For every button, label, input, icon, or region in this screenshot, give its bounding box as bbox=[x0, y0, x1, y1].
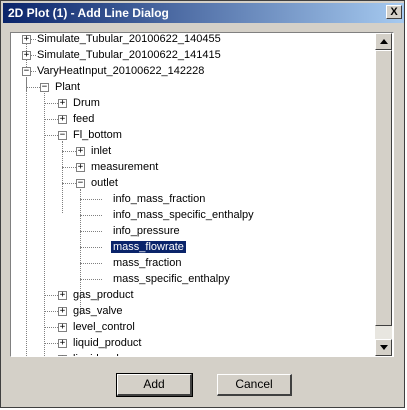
variable-tree[interactable]: Simulate_Tubular_20100622_140455 + Simul… bbox=[10, 32, 394, 357]
scroll-thumb[interactable] bbox=[375, 50, 392, 326]
tree-item[interactable]: liquid_valve bbox=[71, 351, 132, 356]
tree-leaf-item[interactable]: mass_fraction bbox=[111, 255, 183, 271]
tree-item-label: Fl_bottom bbox=[73, 129, 122, 141]
scroll-up-button[interactable] bbox=[375, 33, 392, 50]
expand-icon[interactable]: + bbox=[58, 355, 67, 356]
dialog-title: 2D Plot (1) - Add Line Dialog bbox=[8, 6, 169, 20]
tree-item-label: inlet bbox=[91, 145, 112, 157]
tree-line bbox=[26, 71, 27, 356]
tree-item-label: mass_specific_enthalpy bbox=[113, 273, 230, 285]
down-arrow-icon bbox=[380, 345, 388, 350]
tree-item-label: VaryHeatInput_20100622_142228 bbox=[37, 65, 205, 77]
tree-line bbox=[80, 215, 102, 216]
tree-item[interactable]: feed bbox=[71, 111, 96, 127]
tree-item-label: info_pressure bbox=[113, 225, 180, 237]
tree-item-label: gas_product bbox=[73, 289, 134, 301]
tree-item-label: gas_valve bbox=[73, 305, 123, 317]
tree-leaf-item-selected[interactable]: mass_flowrate bbox=[110, 239, 187, 255]
tree-item-label: Plant bbox=[55, 81, 81, 93]
expand-icon[interactable]: + bbox=[22, 35, 31, 44]
expand-icon[interactable]: + bbox=[22, 51, 31, 60]
tree-item[interactable]: Fl_bottom bbox=[71, 127, 124, 143]
tree-leaf-item[interactable]: info_mass_specific_enthalpy bbox=[111, 207, 256, 223]
title-bar[interactable]: 2D Plot (1) - Add Line Dialog X bbox=[3, 3, 404, 23]
add-line-dialog: 2D Plot (1) - Add Line Dialog X Simulate… bbox=[0, 0, 405, 408]
tree-line bbox=[80, 247, 102, 248]
close-icon: X bbox=[390, 6, 398, 18]
expand-icon[interactable]: + bbox=[76, 163, 85, 172]
tree-item-label: outlet bbox=[91, 177, 118, 189]
tree-item-label: info_mass_fraction bbox=[113, 193, 206, 205]
tree-item-label: Simulate_Tubular_20100622_141415 bbox=[37, 49, 221, 61]
collapse-icon[interactable]: − bbox=[22, 67, 31, 76]
tree-viewport: Simulate_Tubular_20100622_140455 + Simul… bbox=[11, 33, 375, 356]
close-button[interactable]: X bbox=[386, 5, 402, 19]
collapse-icon[interactable]: − bbox=[58, 131, 67, 140]
collapse-icon[interactable]: − bbox=[76, 179, 85, 188]
expand-icon[interactable]: + bbox=[58, 291, 67, 300]
tree-leaf-item[interactable]: info_mass_fraction bbox=[111, 191, 207, 207]
add-button[interactable]: Add bbox=[116, 373, 193, 397]
expand-icon[interactable]: + bbox=[58, 307, 67, 316]
tree-item-label: liquid_valve bbox=[71, 353, 132, 356]
scroll-down-button[interactable] bbox=[375, 339, 392, 356]
expand-icon[interactable]: + bbox=[58, 323, 67, 332]
tree-line bbox=[44, 93, 45, 356]
tree-item[interactable]: gas_valve bbox=[71, 303, 125, 319]
tree-line bbox=[80, 279, 102, 280]
tree-line bbox=[80, 199, 102, 200]
tree-item[interactable]: liquid_product bbox=[71, 335, 144, 351]
tree-item-label: level_control bbox=[73, 321, 135, 333]
tree-item[interactable]: level_control bbox=[71, 319, 137, 335]
tree-item[interactable]: gas_product bbox=[71, 287, 136, 303]
tree-item[interactable]: Drum bbox=[71, 95, 102, 111]
cancel-button[interactable]: Cancel bbox=[217, 374, 292, 396]
tree-item-label: info_mass_specific_enthalpy bbox=[113, 209, 254, 221]
tree-item-label: Drum bbox=[73, 97, 100, 109]
tree-item[interactable]: Plant bbox=[53, 79, 82, 95]
tree-item[interactable]: Simulate_Tubular_20100622_141415 bbox=[35, 47, 223, 63]
tree-item[interactable]: outlet bbox=[89, 175, 120, 191]
tree-line bbox=[80, 263, 102, 264]
expand-icon[interactable]: + bbox=[58, 339, 67, 348]
tree-item[interactable]: measurement bbox=[89, 159, 160, 175]
tree-line bbox=[80, 231, 102, 232]
up-arrow-icon bbox=[380, 39, 388, 44]
tree-line bbox=[26, 77, 27, 91]
tree-item-label: feed bbox=[73, 113, 95, 125]
tree-item-label: liquid_product bbox=[73, 337, 142, 349]
collapse-icon[interactable]: − bbox=[40, 83, 49, 92]
tree-item[interactable]: VaryHeatInput_20100622_142228 bbox=[35, 63, 206, 79]
expand-icon[interactable]: + bbox=[58, 115, 67, 124]
tree-item[interactable]: Simulate_Tubular_20100622_140455 bbox=[35, 33, 223, 47]
tree-item-label: measurement bbox=[91, 161, 159, 173]
expand-icon[interactable]: + bbox=[76, 147, 85, 156]
expand-icon[interactable]: + bbox=[58, 99, 67, 108]
tree-item[interactable]: inlet bbox=[89, 143, 113, 159]
vertical-scrollbar[interactable] bbox=[375, 33, 392, 356]
tree-item-label: mass_flowrate bbox=[110, 240, 187, 254]
tree-item-label: Simulate_Tubular_20100622_140455 bbox=[37, 33, 221, 45]
tree-item-label: mass_fraction bbox=[113, 257, 182, 269]
tree-leaf-item[interactable]: info_pressure bbox=[111, 223, 182, 239]
tree-leaf-item[interactable]: mass_specific_enthalpy bbox=[111, 271, 232, 287]
